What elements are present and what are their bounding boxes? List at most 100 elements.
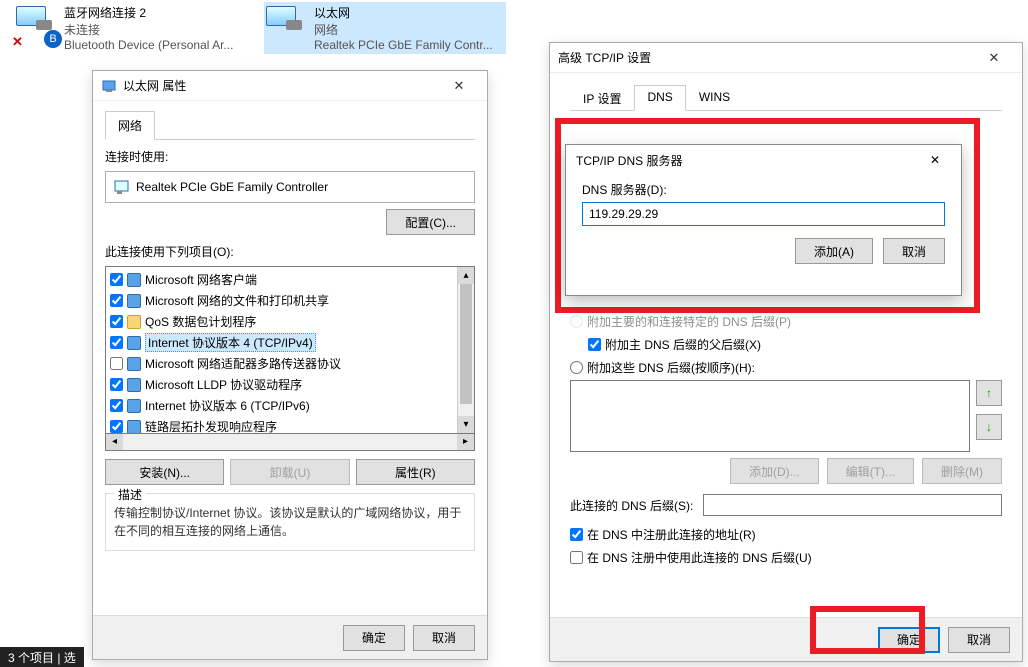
- protocol-listbox[interactable]: Microsoft 网络客户端 Microsoft 网络的文件和打印机共享 QoS …: [105, 266, 475, 434]
- protocol-icon: [127, 336, 141, 350]
- dns-server-popup: TCP/IP DNS 服务器 ✕ DNS 服务器(D): 添加(A) 取消: [565, 144, 962, 296]
- tabbar: IP 设置 DNS WINS: [570, 85, 1002, 111]
- bluetooth-adapter-icon: ✕ B: [16, 4, 58, 46]
- protocol-checkbox[interactable]: [110, 399, 123, 412]
- protocol-item[interactable]: Microsoft LLDP 协议驱动程序: [106, 374, 457, 395]
- check-append-parent[interactable]: 附加主 DNS 后缀的父后缀(X): [588, 336, 1002, 353]
- radio-append-these[interactable]: 附加这些 DNS 后缀(按顺序)(H):: [570, 359, 1002, 376]
- adapter-bluetooth[interactable]: ✕ B 蓝牙网络连接 2 未连接 Bluetooth Device (Perso…: [14, 2, 256, 54]
- radio-append-primary[interactable]: 附加主要的和连接特定的 DNS 后缀(P): [570, 313, 1002, 330]
- protocol-item[interactable]: Microsoft 网络的文件和打印机共享: [106, 290, 457, 311]
- dialog-footer: 确定 取消: [93, 615, 487, 659]
- dns-suffix-listbox[interactable]: [570, 380, 970, 452]
- tab-dns[interactable]: DNS: [634, 85, 685, 111]
- ok-button[interactable]: 确定: [878, 627, 940, 653]
- dialog-title: 高级 TCP/IP 设置: [558, 49, 974, 66]
- tabbar: 网络: [105, 111, 475, 140]
- protocol-label: 链路层拓扑发现响应程序: [145, 418, 277, 433]
- dns-server-input[interactable]: [582, 202, 945, 226]
- dns-server-label: DNS 服务器(D):: [582, 181, 945, 198]
- protocol-item[interactable]: Microsoft 网络客户端: [106, 269, 457, 290]
- adapter-title: 蓝牙网络连接 2: [64, 4, 254, 21]
- tab-ip-settings[interactable]: IP 设置: [570, 85, 634, 111]
- ok-button[interactable]: 确定: [343, 625, 405, 651]
- check-register-address[interactable]: 在 DNS 中注册此连接的地址(R): [570, 526, 1002, 543]
- protocol-icon: [127, 399, 141, 413]
- move-down-button[interactable]: ↓: [976, 414, 1002, 440]
- vertical-scrollbar[interactable]: ▴ ▾: [457, 267, 474, 433]
- dialog-footer: 确定 取消: [550, 617, 1022, 661]
- protocol-checkbox[interactable]: [110, 336, 123, 349]
- protocol-item[interactable]: 链路层拓扑发现响应程序: [106, 416, 457, 433]
- ethernet-properties-dialog: 以太网 属性 ✕ 网络 连接时使用: Realtek PCIe GbE Fami…: [92, 70, 488, 660]
- radio-label: 附加主要的和连接特定的 DNS 后缀(P): [587, 313, 791, 330]
- advanced-tcpip-dialog: 高级 TCP/IP 设置 ✕ IP 设置 DNS WINS 附加主要的和连接特定…: [549, 42, 1023, 662]
- scroll-down-icon[interactable]: ▾: [458, 416, 474, 433]
- protocol-label: Microsoft 网络适配器多路传送器协议: [145, 355, 341, 372]
- adapter-box: Realtek PCIe GbE Family Controller: [105, 171, 475, 203]
- protocol-checkbox[interactable]: [110, 357, 123, 370]
- protocol-item[interactable]: QoS 数据包计划程序: [106, 311, 457, 332]
- check-label: 在 DNS 中注册此连接的地址(R): [587, 526, 756, 543]
- check-label: 附加主 DNS 后缀的父后缀(X): [605, 336, 761, 353]
- protocol-label: Microsoft 网络的文件和打印机共享: [145, 292, 329, 309]
- add-suffix-button: 添加(D)...: [730, 458, 819, 484]
- description-text: 传输控制协议/Internet 协议。该协议是默认的广域网络协议，用于在不同的相…: [112, 500, 468, 540]
- uninstall-button: 卸载(U): [230, 459, 349, 485]
- conn-suffix-input[interactable]: [703, 494, 1002, 516]
- scroll-right-icon[interactable]: ▸: [457, 434, 474, 450]
- add-button[interactable]: 添加(A): [795, 238, 873, 264]
- close-button[interactable]: ✕: [974, 44, 1014, 72]
- radio-label: 附加这些 DNS 后缀(按顺序)(H):: [587, 359, 755, 376]
- adapter-ethernet[interactable]: 以太网 网络 Realtek PCIe GbE Family Contr...: [264, 2, 506, 54]
- tab-network[interactable]: 网络: [105, 111, 155, 140]
- cancel-button[interactable]: 取消: [948, 627, 1010, 653]
- check-use-suffix-registration[interactable]: 在 DNS 注册中使用此连接的 DNS 后缀(U): [570, 549, 1002, 566]
- titlebar[interactable]: 以太网 属性 ✕: [93, 71, 487, 101]
- protocol-label: Microsoft LLDP 协议驱动程序: [145, 376, 302, 393]
- horizontal-scrollbar[interactable]: ◂ ▸: [105, 434, 475, 451]
- statusbar: 3 个项目 | 选: [0, 647, 84, 667]
- protocol-icon: [127, 273, 141, 287]
- protocol-checkbox[interactable]: [110, 315, 123, 328]
- protocol-icon: [127, 315, 141, 329]
- titlebar[interactable]: TCP/IP DNS 服务器 ✕: [566, 145, 961, 175]
- install-button[interactable]: 安装(N)...: [105, 459, 224, 485]
- protocol-label: Internet 协议版本 4 (TCP/IPv4): [145, 333, 316, 352]
- protocol-item[interactable]: Internet 协议版本 6 (TCP/IPv6): [106, 395, 457, 416]
- scroll-left-icon[interactable]: ◂: [106, 434, 123, 450]
- scroll-up-icon[interactable]: ▴: [458, 267, 474, 284]
- protocol-icon: [127, 378, 141, 392]
- close-button[interactable]: ✕: [919, 153, 951, 167]
- protocol-checkbox[interactable]: [110, 420, 123, 433]
- adapter-status: 网络: [314, 21, 504, 38]
- edit-suffix-button: 编辑(T)...: [827, 458, 914, 484]
- protocol-checkbox[interactable]: [110, 294, 123, 307]
- protocol-checkbox[interactable]: [110, 273, 123, 286]
- uses-items-label: 此连接使用下列项目(O):: [105, 243, 475, 260]
- disconnected-icon: ✕: [12, 34, 26, 48]
- close-button[interactable]: ✕: [439, 72, 479, 100]
- adapter-status: 未连接: [64, 21, 254, 38]
- cancel-button[interactable]: 取消: [883, 238, 945, 264]
- configure-button[interactable]: 配置(C)...: [386, 209, 475, 235]
- description-group: 描述 传输控制协议/Internet 协议。该协议是默认的广域网络协议，用于在不…: [105, 493, 475, 551]
- cancel-button[interactable]: 取消: [413, 625, 475, 651]
- properties-button[interactable]: 属性(R): [356, 459, 475, 485]
- protocol-icon: [127, 420, 141, 434]
- protocol-icon: [127, 294, 141, 308]
- protocol-checkbox[interactable]: [110, 378, 123, 391]
- dialog-icon: [101, 78, 117, 94]
- ethernet-adapter-icon: [266, 4, 308, 46]
- move-up-button[interactable]: ↑: [976, 380, 1002, 406]
- scroll-thumb[interactable]: [460, 284, 472, 404]
- protocol-item[interactable]: Microsoft 网络适配器多路传送器协议: [106, 353, 457, 374]
- protocol-label: Microsoft 网络客户端: [145, 271, 257, 288]
- adapter-title: 以太网: [314, 4, 504, 21]
- tab-wins[interactable]: WINS: [686, 85, 743, 111]
- protocol-item[interactable]: Internet 协议版本 4 (TCP/IPv4): [106, 332, 457, 353]
- protocol-label: Internet 协议版本 6 (TCP/IPv6): [145, 397, 310, 414]
- titlebar[interactable]: 高级 TCP/IP 设置 ✕: [550, 43, 1022, 73]
- bluetooth-icon: B: [44, 30, 62, 48]
- check-label: 在 DNS 注册中使用此连接的 DNS 后缀(U): [587, 549, 812, 566]
